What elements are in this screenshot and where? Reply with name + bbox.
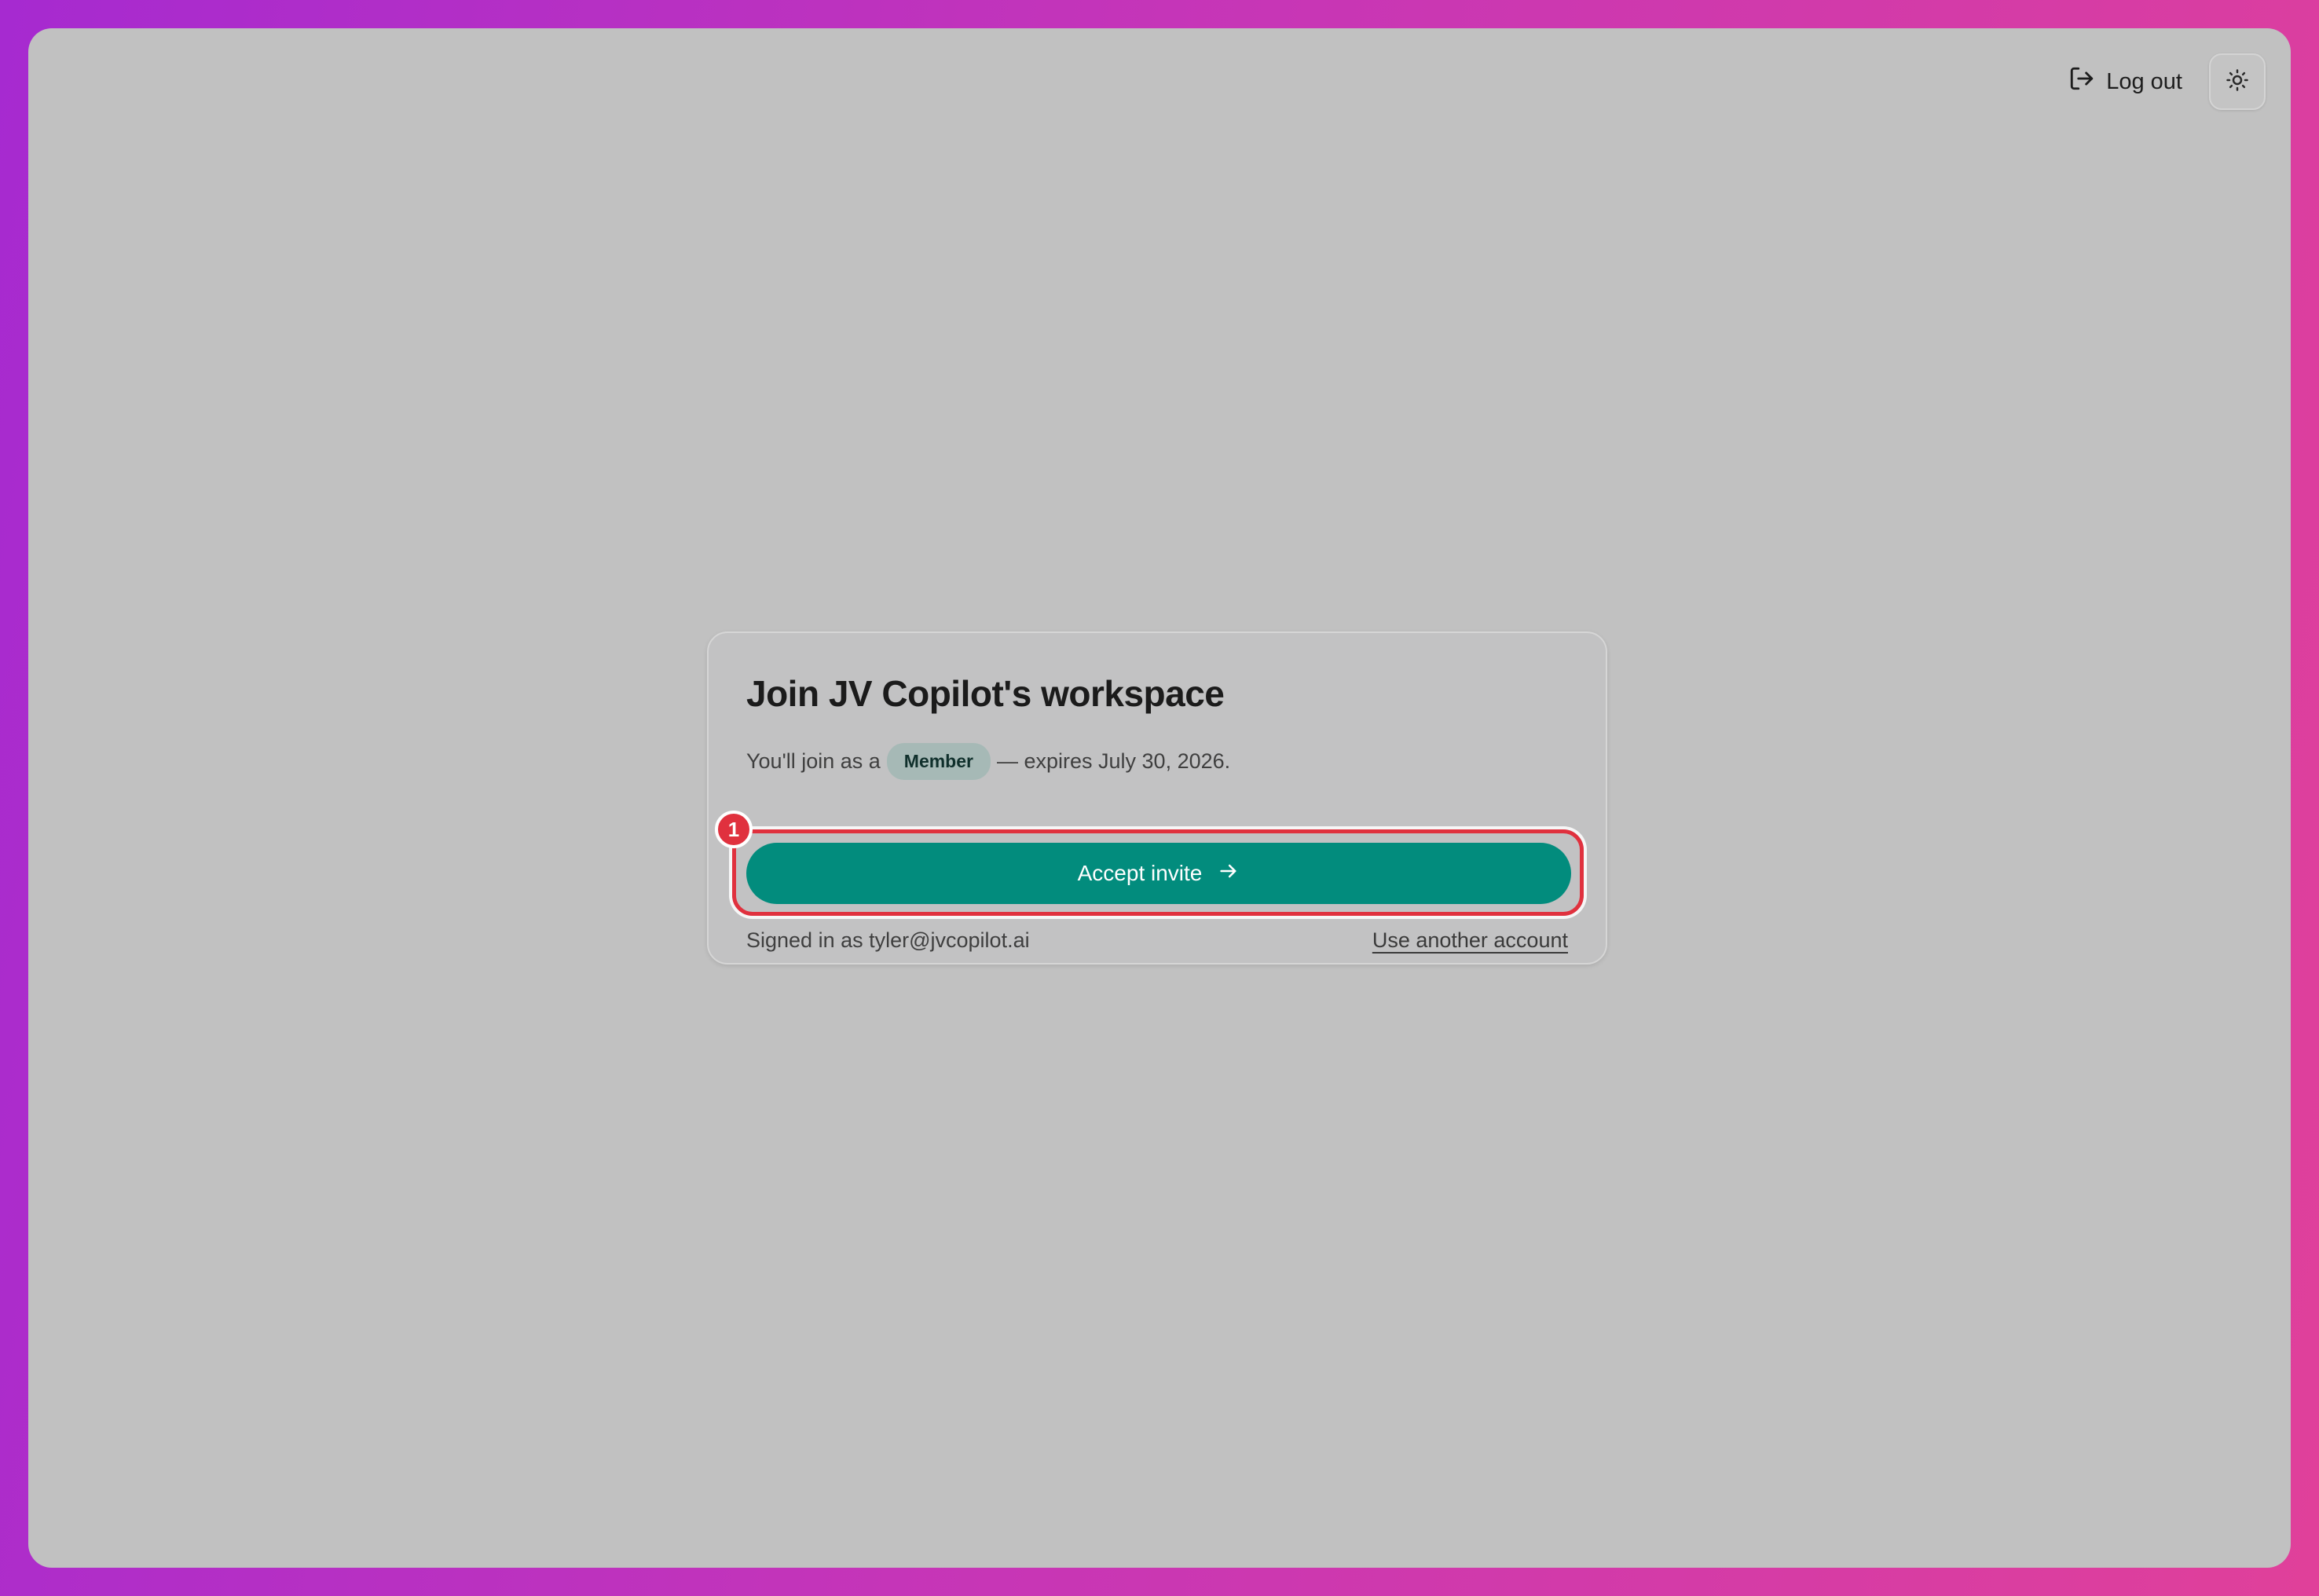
use-another-account-link[interactable]: Use another account: [1372, 928, 1568, 953]
theme-toggle-button[interactable]: [2209, 53, 2266, 110]
join-prefix: You'll join as a: [746, 749, 881, 773]
role-badge: Member: [886, 743, 991, 780]
accept-invite-label: Accept invite: [1077, 861, 1203, 885]
signed-in-text: Signed in as tyler@jvcopilot.ai: [746, 928, 1030, 952]
invite-card: Join JV Copilot's workspace You'll join …: [707, 631, 1607, 965]
arrow-right-icon: [1218, 860, 1240, 888]
invite-title: Join JV Copilot's workspace: [746, 673, 1225, 714]
accept-invite-button[interactable]: Accept invite: [746, 843, 1571, 904]
app-window: Log out Join JV Copilot's workspace You'…: [28, 28, 2291, 1568]
logout-button[interactable]: Log out: [2068, 65, 2182, 98]
logout-label: Log out: [2106, 68, 2182, 94]
logout-icon: [2068, 65, 2095, 98]
annotation-marker: 1: [715, 811, 753, 848]
sun-icon: [2226, 68, 2249, 96]
top-bar: Log out: [2068, 53, 2266, 110]
expiry-text: — expires July 30, 2026.: [996, 749, 1231, 773]
invite-role-line: You'll join as a Member — expires July 3…: [746, 743, 1230, 780]
